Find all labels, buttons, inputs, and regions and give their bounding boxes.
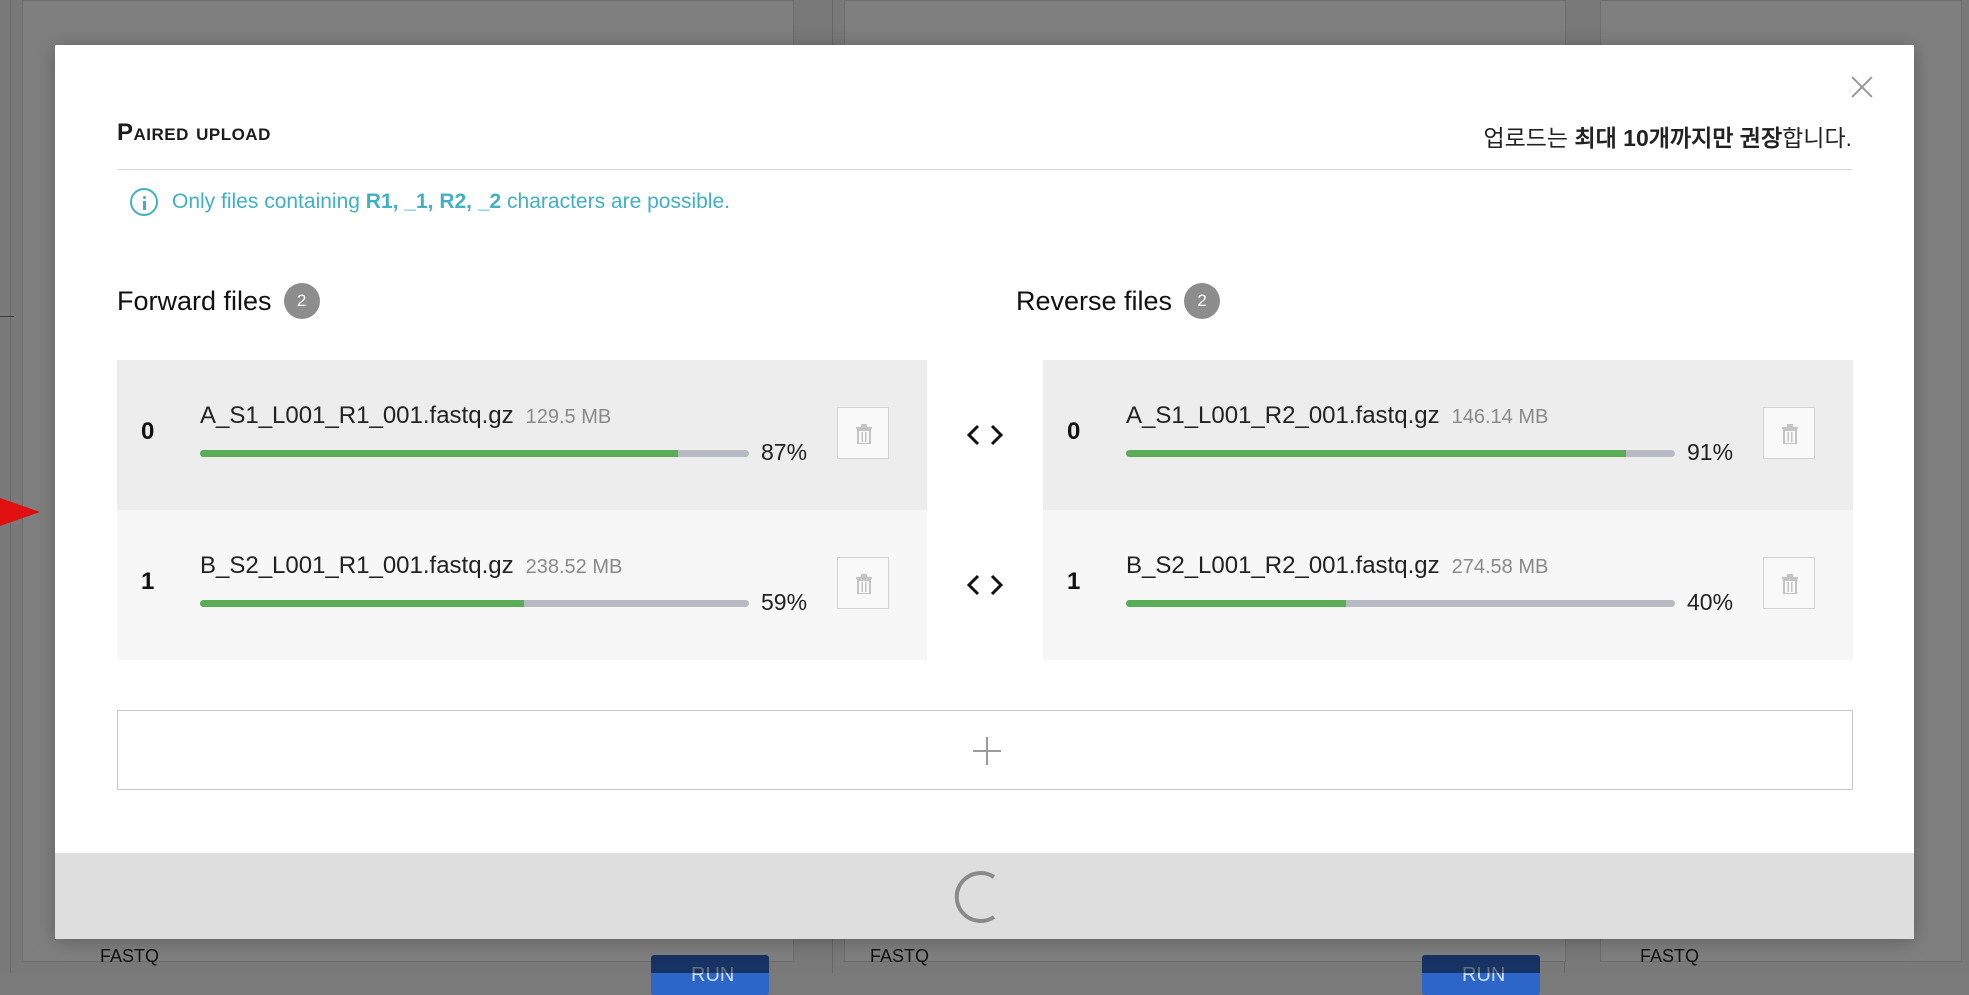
swap-icon[interactable] (955, 565, 1015, 605)
progress-percent: 91% (1687, 439, 1734, 465)
progress-percent: 87% (761, 439, 808, 465)
upload-progress-bar (200, 450, 749, 457)
info-message: Only files containing R1, _1, R2, _2 cha… (130, 188, 730, 216)
forward-file-row: 0 A_S1_L001_R1_001.fastq.gz 129.5 MB 87% (117, 360, 927, 510)
forward-files-header: Forward files 2 (117, 283, 320, 319)
reverse-files-title: Reverse files (1016, 285, 1173, 316)
info-text-chars: R1, _1, R2, _2 (365, 190, 502, 213)
info-text-before: Only files containing (172, 190, 366, 213)
info-icon (130, 188, 158, 216)
forward-files-title: Forward files (117, 285, 272, 316)
file-index: 0 (1067, 418, 1081, 445)
swap-icon[interactable] (955, 415, 1015, 455)
upload-limit-notice: 업로드는 최대 10개까지만 권장합니다. (1483, 119, 1852, 153)
red-arrow-annotation (0, 498, 40, 526)
info-text-after: characters are possible. (501, 190, 730, 213)
trash-icon (1782, 424, 1798, 444)
file-name-text: A_S1_L001_R2_001.fastq.gz (1126, 402, 1440, 429)
file-name: B_S2_L001_R1_001.fastq.gz 238.52 MB (200, 552, 622, 580)
reverse-files-header: Reverse files 2 (1016, 283, 1221, 319)
info-text: Only files containing R1, _1, R2, _2 cha… (172, 190, 730, 214)
upload-limit-suffix: 합니다. (1782, 125, 1852, 151)
file-name: B_S2_L001_R2_001.fastq.gz 274.58 MB (1126, 552, 1548, 580)
forward-file-row: 1 B_S2_L001_R1_001.fastq.gz 238.52 MB 59% (117, 510, 927, 660)
progress-fill (1126, 600, 1346, 607)
trash-icon (856, 424, 872, 444)
upload-progress-bar (1126, 600, 1675, 607)
delete-file-button[interactable] (1763, 557, 1815, 609)
file-size: 274.58 MB (1451, 556, 1549, 578)
modal-footer (55, 853, 1914, 939)
header-divider (117, 169, 1852, 170)
forward-files-count-badge: 2 (283, 283, 320, 319)
progress-fill (200, 600, 524, 607)
delete-file-button[interactable] (837, 557, 889, 609)
trash-icon (1782, 574, 1798, 594)
file-name: A_S1_L001_R2_001.fastq.gz 146.14 MB (1126, 402, 1548, 430)
upload-progress-bar (1126, 450, 1675, 457)
spinner-icon (954, 871, 996, 923)
reverse-files-count-badge: 2 (1184, 283, 1221, 319)
progress-fill (1126, 450, 1626, 457)
delete-file-button[interactable] (837, 407, 889, 459)
file-index: 1 (1067, 568, 1081, 595)
file-name-text: B_S2_L001_R1_001.fastq.gz (200, 552, 514, 579)
file-name-text: B_S2_L001_R2_001.fastq.gz (1126, 552, 1440, 579)
paired-upload-modal: PAIRED UPLOAD 업로드는 최대 10개까지만 권장합니다. Only… (55, 45, 1914, 939)
upload-limit-bold: 최대 10개까지만 권장 (1574, 125, 1783, 151)
reverse-file-row: 0 A_S1_L001_R2_001.fastq.gz 146.14 MB 91% (1043, 360, 1853, 510)
modal-title: PAIRED UPLOAD (117, 119, 271, 146)
progress-percent: 59% (761, 589, 808, 615)
file-size: 146.14 MB (1451, 406, 1549, 428)
file-name: A_S1_L001_R1_001.fastq.gz 129.5 MB (200, 402, 611, 430)
file-index: 0 (141, 418, 155, 445)
upload-progress-bar (200, 600, 749, 607)
file-name-text: A_S1_L001_R1_001.fastq.gz (200, 402, 514, 429)
file-index: 1 (141, 568, 155, 595)
upload-limit-prefix: 업로드는 (1483, 125, 1575, 151)
trash-icon (856, 574, 872, 594)
file-size: 129.5 MB (525, 406, 612, 428)
delete-file-button[interactable] (1763, 407, 1815, 459)
close-icon[interactable] (1842, 67, 1882, 107)
progress-percent: 40% (1687, 589, 1734, 615)
add-file-pair-button[interactable] (117, 710, 1853, 790)
reverse-file-row: 1 B_S2_L001_R2_001.fastq.gz 274.58 MB 40% (1043, 510, 1853, 660)
progress-fill (200, 450, 678, 457)
file-size: 238.52 MB (525, 556, 623, 578)
